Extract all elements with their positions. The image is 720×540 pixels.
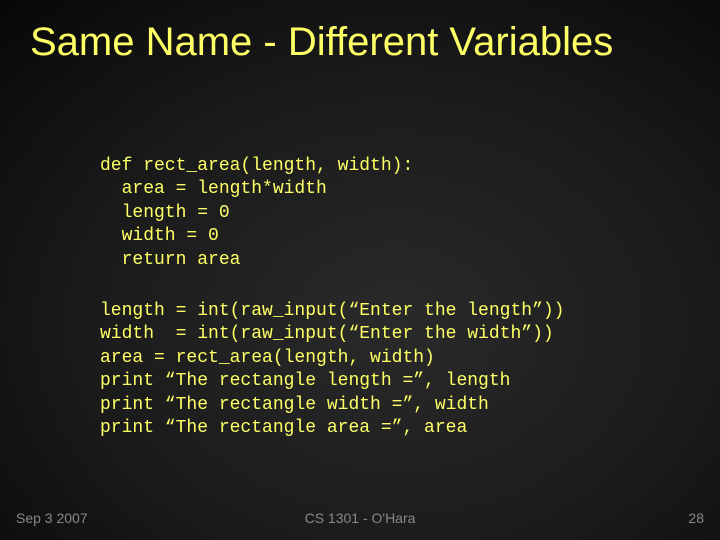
code-line: area = rect_area(length, width)	[100, 348, 435, 368]
code-line: print “The rectangle width =”, width	[100, 395, 489, 415]
footer-course: CS 1301 - O'Hara	[0, 510, 720, 526]
code-line: width = 0	[100, 226, 219, 246]
code-line: print “The rectangle area =”, area	[100, 418, 467, 438]
code-line: area = length*width	[100, 179, 327, 199]
code-block-function: def rect_area(length, width): area = len…	[100, 155, 413, 272]
code-line: return area	[100, 250, 240, 270]
slide: Same Name - Different Variables def rect…	[0, 0, 720, 540]
slide-title: Same Name - Different Variables	[30, 20, 700, 65]
code-line: def rect_area(length, width):	[100, 156, 413, 176]
code-line: width = int(raw_input(“Enter the width”)…	[100, 324, 554, 344]
code-line: length = 0	[100, 203, 230, 223]
code-line: length = int(raw_input(“Enter the length…	[100, 301, 564, 321]
code-block-main: length = int(raw_input(“Enter the length…	[100, 300, 564, 440]
code-line: print “The rectangle length =”, length	[100, 371, 510, 391]
footer-page-number: 28	[688, 510, 704, 526]
